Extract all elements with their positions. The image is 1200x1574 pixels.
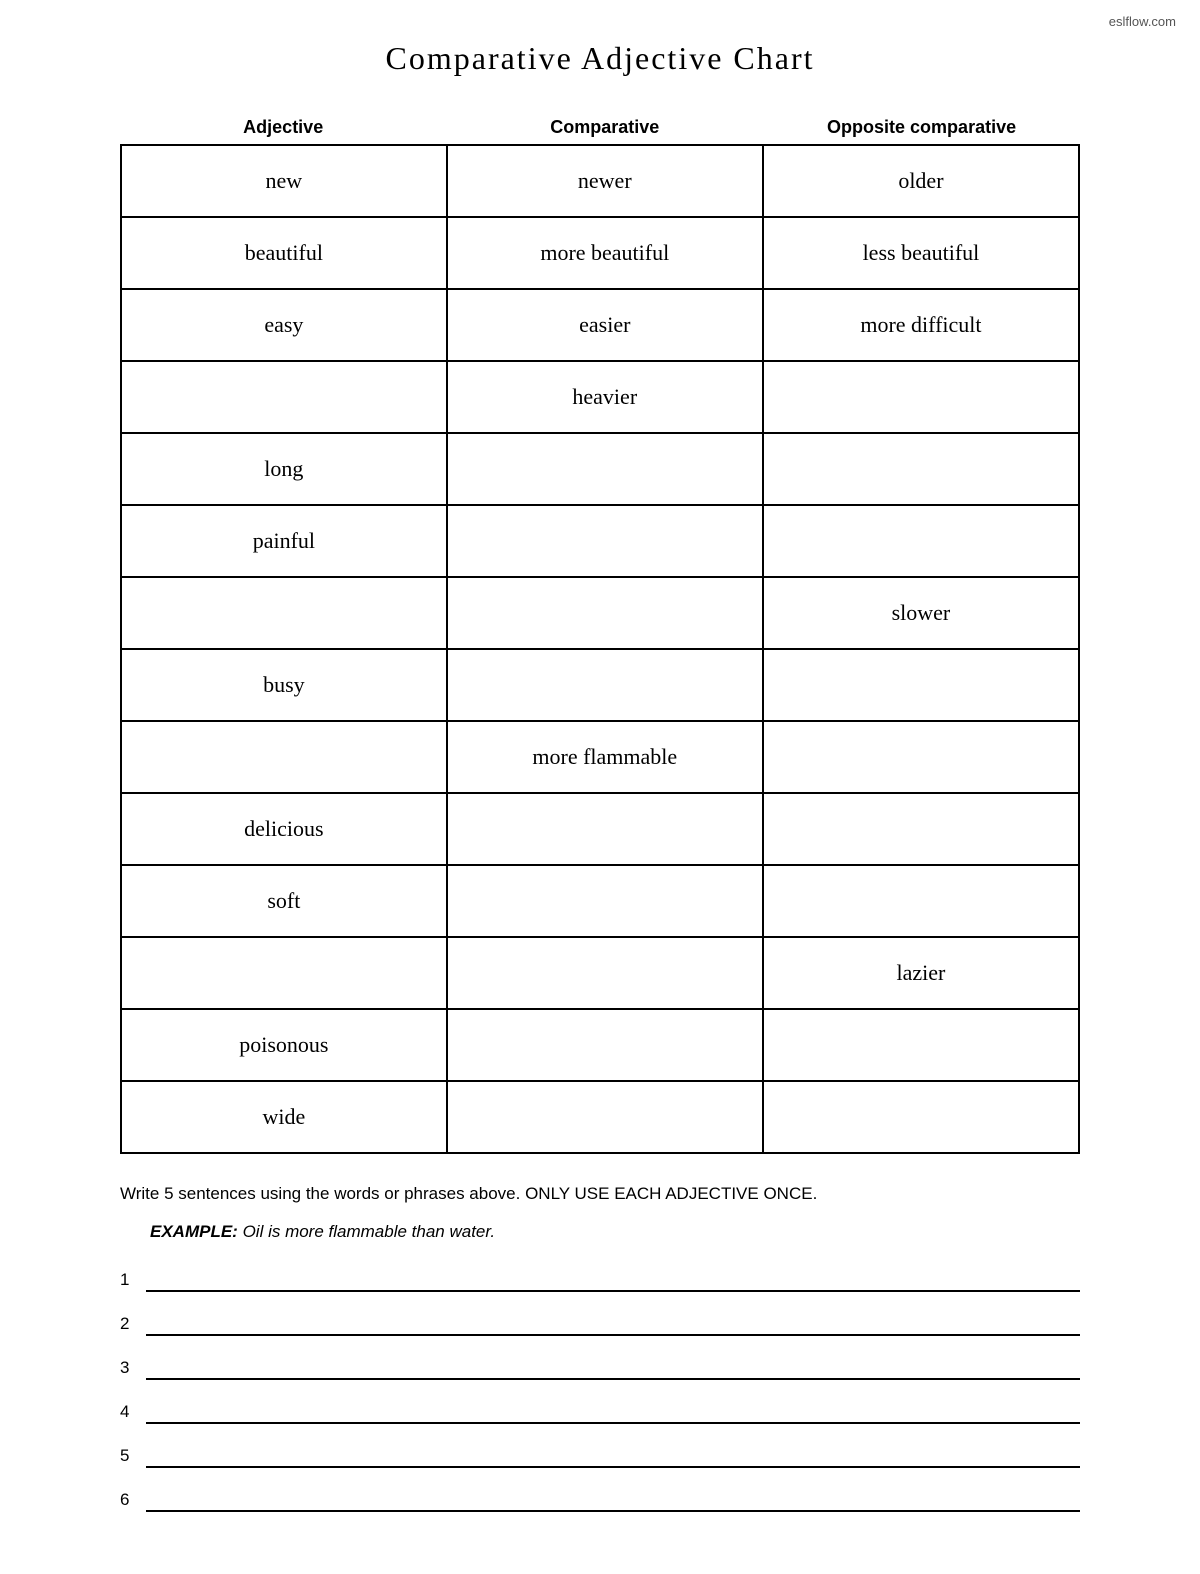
cell-comparative	[447, 865, 763, 937]
cell-opposite	[763, 649, 1079, 721]
cell-opposite	[763, 433, 1079, 505]
sentence-line: 4	[120, 1402, 1080, 1424]
sentence-number: 3	[120, 1358, 142, 1380]
cell-comparative: newer	[447, 145, 763, 217]
cell-opposite: lazier	[763, 937, 1079, 1009]
cell-comparative	[447, 793, 763, 865]
table-row: slower	[121, 577, 1079, 649]
cell-comparative	[447, 649, 763, 721]
cell-comparative: more beautiful	[447, 217, 763, 289]
example-text: EXAMPLE: Oil is more flammable than wate…	[150, 1222, 1080, 1242]
table-row: soft	[121, 865, 1079, 937]
cell-opposite	[763, 1081, 1079, 1153]
cell-opposite: older	[763, 145, 1079, 217]
cell-adjective: poisonous	[121, 1009, 447, 1081]
example-sentence: Oil is more flammable than water.	[238, 1222, 495, 1241]
column-headers: Adjective Comparative Opposite comparati…	[120, 117, 1080, 138]
example-label: EXAMPLE:	[150, 1222, 238, 1241]
sentence-underline[interactable]	[146, 1314, 1080, 1336]
cell-comparative	[447, 433, 763, 505]
cell-opposite	[763, 505, 1079, 577]
cell-adjective: delicious	[121, 793, 447, 865]
col-header-opposite: Opposite comparative	[763, 117, 1080, 138]
sentence-line: 1	[120, 1270, 1080, 1292]
cell-opposite	[763, 1009, 1079, 1081]
cell-comparative: more flammable	[447, 721, 763, 793]
cell-adjective	[121, 361, 447, 433]
cell-comparative	[447, 1009, 763, 1081]
sentence-number: 1	[120, 1270, 142, 1292]
table-row: newnewerolder	[121, 145, 1079, 217]
cell-adjective	[121, 577, 447, 649]
sentence-line: 3	[120, 1358, 1080, 1380]
instructions-text: Write 5 sentences using the words or phr…	[120, 1184, 1080, 1204]
sentence-number: 4	[120, 1402, 142, 1424]
table-row: delicious	[121, 793, 1079, 865]
sentence-underline[interactable]	[146, 1270, 1080, 1292]
sentence-underline[interactable]	[146, 1402, 1080, 1424]
sentence-number: 2	[120, 1314, 142, 1336]
cell-comparative	[447, 505, 763, 577]
cell-adjective: wide	[121, 1081, 447, 1153]
cell-adjective: soft	[121, 865, 447, 937]
cell-adjective: beautiful	[121, 217, 447, 289]
cell-comparative	[447, 1081, 763, 1153]
instructions-section: Write 5 sentences using the words or phr…	[120, 1184, 1080, 1242]
sentence-underline[interactable]	[146, 1490, 1080, 1512]
sentence-underline[interactable]	[146, 1358, 1080, 1380]
cell-adjective: long	[121, 433, 447, 505]
cell-adjective	[121, 937, 447, 1009]
table-row: wide	[121, 1081, 1079, 1153]
sentence-line: 6	[120, 1490, 1080, 1512]
sentence-underline[interactable]	[146, 1446, 1080, 1468]
cell-adjective: painful	[121, 505, 447, 577]
cell-adjective: new	[121, 145, 447, 217]
cell-adjective	[121, 721, 447, 793]
cell-opposite: less beautiful	[763, 217, 1079, 289]
cell-opposite	[763, 865, 1079, 937]
sentence-number: 5	[120, 1446, 142, 1468]
table-row: busy	[121, 649, 1079, 721]
cell-opposite: slower	[763, 577, 1079, 649]
sentence-line: 2	[120, 1314, 1080, 1336]
cell-adjective: busy	[121, 649, 447, 721]
col-header-adjective: Adjective	[120, 117, 446, 138]
table-row: heavier	[121, 361, 1079, 433]
cell-opposite	[763, 361, 1079, 433]
adjective-chart: newnewerolderbeautifulmore beautifulless…	[120, 144, 1080, 1154]
cell-opposite	[763, 721, 1079, 793]
cell-comparative	[447, 577, 763, 649]
table-row: easyeasiermore difficult	[121, 289, 1079, 361]
col-header-comparative: Comparative	[446, 117, 763, 138]
sentence-number: 6	[120, 1490, 142, 1512]
page-title: Comparative Adjective Chart	[60, 40, 1140, 77]
cell-adjective: easy	[121, 289, 447, 361]
table-row: poisonous	[121, 1009, 1079, 1081]
sentences-section: 1 2 3 4 5 6	[120, 1270, 1080, 1512]
table-row: painful	[121, 505, 1079, 577]
cell-opposite	[763, 793, 1079, 865]
table-row: beautifulmore beautifulless beautiful	[121, 217, 1079, 289]
table-row: lazier	[121, 937, 1079, 1009]
watermark: eslflow.com	[1109, 14, 1176, 29]
table-row: more flammable	[121, 721, 1079, 793]
cell-opposite: more difficult	[763, 289, 1079, 361]
table-row: long	[121, 433, 1079, 505]
cell-comparative: easier	[447, 289, 763, 361]
cell-comparative	[447, 937, 763, 1009]
cell-comparative: heavier	[447, 361, 763, 433]
sentence-line: 5	[120, 1446, 1080, 1468]
